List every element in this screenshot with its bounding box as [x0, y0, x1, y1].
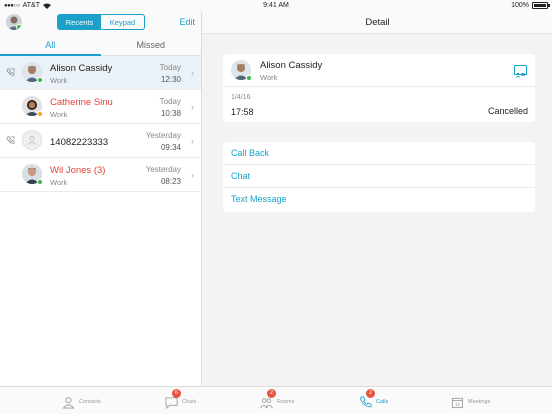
text-message-button[interactable]: Text Message	[223, 188, 535, 211]
call-time: 09:34	[160, 143, 181, 152]
chevron-right-icon: ›	[191, 170, 194, 180]
person-placeholder-icon	[22, 130, 42, 150]
call-row-14082223333[interactable]: 14082223333 Yesterday 09:34 ›	[0, 124, 201, 158]
clock: 9:41 AM	[263, 2, 289, 9]
contacts-icon	[62, 396, 75, 408]
call-time: 12:30	[160, 75, 181, 84]
my-avatar[interactable]	[6, 14, 22, 30]
svg-text:12: 12	[455, 402, 460, 407]
tab-missed[interactable]: Missed	[101, 36, 202, 55]
segment-recents[interactable]: Recents	[58, 15, 101, 29]
recents-header: Recents Keypad Edit	[0, 12, 201, 36]
tab-rooms[interactable]: 2 Rooms	[260, 389, 295, 413]
chevron-right-icon: ›	[191, 68, 194, 78]
call-time: 10:38	[160, 109, 181, 118]
detail-title: Detail	[203, 12, 552, 34]
call-name: Wil Jones (3)	[50, 165, 106, 176]
call-name: 14082223333	[50, 137, 109, 148]
call-detail-card: Alison Cassidy Work 1/4/16 17:58 Cancell…	[223, 54, 535, 122]
contact-name: Alison Cassidy	[260, 60, 323, 71]
chevron-right-icon: ›	[191, 136, 194, 146]
segment-keypad[interactable]: Keypad	[101, 15, 144, 29]
call-time: 08:23	[160, 177, 181, 186]
call-sub: Work	[50, 178, 68, 187]
call-day: Yesterday	[145, 131, 181, 140]
tab-bar: Contacts 6 Chats 2 Rooms 2 Calls 12 Meet…	[0, 386, 552, 414]
call-sub: Work	[50, 76, 68, 85]
call-day: Today	[159, 63, 181, 72]
call-day: Today	[159, 97, 181, 106]
call-date: 1/4/16	[231, 94, 251, 101]
presence-available-dot	[37, 77, 43, 83]
tab-label: Calls	[376, 399, 389, 405]
outgoing-call-icon	[6, 136, 15, 144]
presence-available-dot	[37, 179, 43, 185]
call-back-button[interactable]: Call Back	[223, 142, 535, 165]
calendar-icon: 12	[451, 397, 464, 408]
call-row-catherine-sinu[interactable]: Catherine Sinu Work Today 10:38 ›	[0, 90, 201, 124]
my-presence-dot	[16, 24, 22, 30]
recents-pane: Recents Keypad Edit All Missed Alison Ca…	[0, 12, 202, 386]
status-bar: ●●●○○ AT&T 9:41 AM 100%	[0, 0, 552, 12]
call-row-alison-cassidy[interactable]: Alison Cassidy Work Today 12:30 ›	[0, 56, 201, 90]
presence-away-dot	[37, 111, 43, 117]
tab-all[interactable]: All	[0, 36, 101, 55]
contact-card-icon[interactable]	[514, 65, 527, 78]
presence-available-dot	[246, 75, 252, 81]
battery-icon	[532, 2, 550, 9]
call-list: Alison Cassidy Work Today 12:30 › Cather…	[0, 56, 201, 192]
battery-level	[534, 4, 546, 7]
call-filter-tabs: All Missed	[0, 36, 201, 56]
id-card-glyph	[515, 72, 525, 78]
tab-label: Contacts	[79, 399, 101, 405]
contact-sub: Work	[260, 73, 278, 82]
outgoing-call-icon	[6, 68, 15, 76]
tab-label: Chats	[182, 399, 197, 405]
chat-button[interactable]: Chat	[223, 165, 535, 188]
tab-contacts[interactable]: Contacts	[62, 391, 101, 413]
status-right: 100%	[511, 2, 550, 9]
recents-keypad-segment: Recents Keypad	[57, 14, 145, 30]
person-outline	[28, 135, 36, 145]
call-status: Cancelled	[487, 106, 528, 116]
calls-badge: 2	[366, 389, 375, 398]
call-time: 17:58	[231, 107, 254, 117]
call-sub: Work	[50, 110, 68, 119]
tab-chats[interactable]: 6 Chats	[165, 389, 197, 413]
detail-pane: Detail Alison Cassidy Work 1/4/16 17:58 …	[203, 12, 552, 386]
tab-label: Rooms	[277, 399, 295, 405]
tab-calls[interactable]: 2 Calls	[359, 389, 389, 413]
call-row-wil-jones[interactable]: Wil Jones (3) Work Yesterday 08:23 ›	[0, 158, 201, 192]
divider	[223, 86, 535, 87]
rooms-badge: 2	[267, 389, 276, 398]
battery-percent: 100%	[511, 2, 529, 9]
call-day: Yesterday	[145, 165, 181, 174]
tab-meetings[interactable]: 12 Meetings	[451, 391, 490, 413]
chats-badge: 6	[172, 389, 181, 398]
tab-label: Meetings	[468, 399, 491, 405]
call-name: Catherine Sinu	[50, 97, 113, 108]
chevron-right-icon: ›	[191, 102, 194, 112]
actions-card: Call Back Chat Text Message	[223, 142, 535, 212]
call-name: Alison Cassidy	[50, 63, 113, 74]
edit-button[interactable]: Edit	[179, 17, 195, 27]
